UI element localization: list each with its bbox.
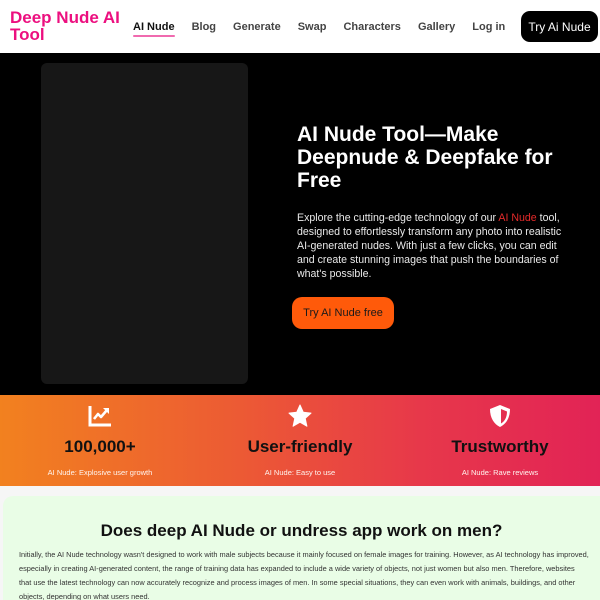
ai-nude-link[interactable]: AI Nude [498, 212, 536, 224]
stat-caption: AI Nude: Explosive user growth [47, 468, 153, 477]
chart-trend-icon [88, 406, 111, 427]
stat-value: 100,000+ [64, 437, 136, 456]
nav-item-swap[interactable]: Swap [298, 20, 327, 34]
hero-section: AI Nude Tool—Make Deepnude & Deepfake fo… [0, 53, 600, 395]
faq-answer: Initially, the AI Nude technology wasn't… [19, 550, 589, 600]
hero-title: AI Nude Tool—Make Deepnude & Deepfake fo… [297, 123, 553, 192]
stat-trustworthy: Trustworthy AI Nude: Rave reviews [400, 395, 600, 486]
nav-item-log-in[interactable]: Log in [472, 20, 505, 34]
try-ai-nude-free-button[interactable]: Try AI Nude free [292, 297, 394, 329]
faq-section: Does deep AI Nude or undress app work on… [3, 496, 600, 600]
main-nav: AI Nude Blog Generate Swap Characters Ga… [133, 0, 522, 53]
hero-image-placeholder [41, 63, 248, 384]
stat-user-growth: 100,000+ AI Nude: Explosive user growth [0, 395, 200, 486]
nav-item-gallery[interactable]: Gallery [418, 20, 455, 34]
hero-desc-text-1: Explore the cutting-edge technology of o… [297, 212, 499, 224]
faq-question: Does deep AI Nude or undress app work on… [100, 521, 503, 540]
try-ai-nude-button[interactable]: Try Ai Nude [521, 11, 598, 42]
nav-item-blog[interactable]: Blog [192, 20, 216, 34]
star-icon [288, 404, 312, 427]
hero-description: Explore the cutting-edge technology of o… [297, 211, 567, 281]
nav-item-generate[interactable]: Generate [233, 20, 281, 34]
nav-item-characters[interactable]: Characters [343, 20, 400, 34]
stat-caption: AI Nude: Easy to use [264, 468, 336, 477]
stat-user-friendly: User-friendly AI Nude: Easy to use [200, 395, 400, 486]
nav-item-ai-nude[interactable]: AI Nude [133, 20, 175, 37]
site-logo[interactable]: Deep Nude AI Tool [10, 9, 130, 43]
stat-value: Trustworthy [451, 437, 549, 456]
shield-icon [490, 405, 510, 427]
stat-value: User-friendly [247, 437, 353, 456]
site-header: Deep Nude AI Tool AI Nude Blog Generate … [0, 0, 600, 53]
stats-bar: 100,000+ AI Nude: Explosive user growth … [0, 395, 600, 486]
stat-caption: AI Nude: Rave reviews [461, 468, 539, 477]
